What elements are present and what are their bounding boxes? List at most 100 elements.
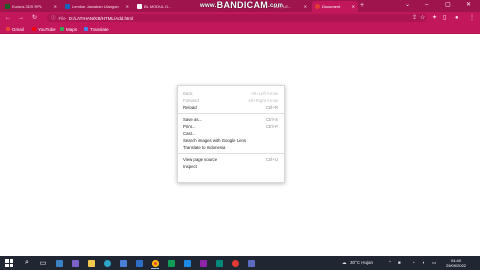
tab-label: BL MODUL D... — [144, 4, 172, 9]
tab-label: Lembar Jawaban Ulangan — [72, 4, 119, 9]
menu-item-shortcut: Ctrl+U — [265, 157, 278, 162]
battery-icon[interactable]: ▭ — [432, 259, 436, 267]
tray-chevron-icon[interactable]: ⌃ — [388, 259, 392, 267]
translate-icon — [84, 27, 88, 31]
app-icon[interactable] — [214, 258, 224, 268]
menu-item-inspect[interactable]: Inspect — [178, 163, 284, 170]
bookmarks-bar: Gmail YouTube Maps Translate — [0, 24, 480, 34]
menu-item-label: Inspect — [183, 164, 197, 169]
menu-item-label: Save as... — [183, 117, 203, 122]
bookmark-label: YouTube — [38, 26, 56, 32]
sidepanel-icon[interactable]: ▯ — [443, 14, 446, 22]
close-icon[interactable]: ✕ — [350, 4, 355, 9]
app-icon[interactable] — [166, 258, 176, 268]
bookmark-label: Translate — [90, 26, 109, 32]
menu-item-view-page-source[interactable]: View page source Ctrl+U — [178, 156, 284, 163]
address-scheme: File — [58, 15, 66, 21]
mail-icon[interactable] — [134, 258, 144, 268]
profile-icon[interactable]: ● — [455, 14, 459, 22]
browser-toolbar: ← → ↻ ⓘ File D:/LATIHAN/KB/HTML/Add.html… — [0, 12, 480, 24]
menu-item-shortcut: Ctrl+R — [265, 105, 278, 110]
bookmark-label: Maps — [66, 26, 78, 32]
maps-icon — [60, 27, 64, 31]
taskbar: ⌕ ▭ ☁ 30°C Hujan ⌃ ■ ◔ ◖ ▭ 04:40 29/09/2… — [0, 256, 480, 270]
youtube-icon — [32, 27, 36, 31]
close-icon[interactable]: ✕ — [124, 4, 129, 9]
menu-item-label: Translate to Indonesia — [183, 145, 226, 150]
app-icon[interactable] — [246, 258, 256, 268]
wifi-icon[interactable]: ◔ — [412, 259, 415, 267]
store-icon[interactable] — [118, 258, 128, 268]
menu-icon[interactable]: ⋮ — [469, 14, 475, 22]
edge-icon[interactable] — [102, 258, 112, 268]
back-icon[interactable]: ← — [5, 14, 11, 22]
widgets-icon[interactable] — [54, 258, 64, 268]
minimize-icon[interactable]: – — [425, 1, 428, 9]
tab-favicon — [137, 4, 142, 9]
watermark-prefix: www. — [200, 3, 217, 9]
weather-icon[interactable]: ☁ — [342, 259, 347, 267]
chrome-icon[interactable] — [150, 258, 160, 268]
menu-item-shortcut: Ctrl+P — [265, 124, 278, 129]
tab-favicon — [65, 4, 70, 9]
menu-item-back: Back Alt+Left Arrow — [178, 90, 284, 97]
tab-0[interactable]: Kursus 3DS RPL ✕ — [2, 1, 60, 12]
menu-item-label: Cast... — [183, 131, 196, 136]
watermark-suffix: .com — [268, 3, 284, 9]
tab-1[interactable]: Lembar Jawaban Ulangan ✕ — [62, 1, 132, 12]
address-bar[interactable]: ⓘ File D:/LATIHAN/KB/HTML/Add.html — [47, 14, 427, 22]
menu-item-label: Print... — [183, 124, 196, 129]
share-icon[interactable]: ⇪ — [412, 14, 417, 22]
tab-label: Kursus 3DS RPL — [12, 4, 43, 9]
tray-app-icon[interactable]: ■ — [398, 259, 401, 267]
reload-icon[interactable]: ↻ — [32, 14, 37, 22]
close-icon[interactable]: ✕ — [52, 4, 57, 9]
menu-separator — [178, 153, 284, 154]
close-icon[interactable]: ✕ — [302, 4, 307, 9]
volume-icon[interactable]: ◖ — [422, 259, 425, 267]
weather-text[interactable]: 30°C Hujan — [350, 259, 373, 267]
menu-item-forward: Forward Alt+Right Arrow — [178, 97, 284, 104]
watermark-brand: BANDICAM — [216, 0, 269, 10]
bookmark-label: Gmail — [12, 26, 24, 32]
bookmark-youtube[interactable]: YouTube — [32, 25, 56, 33]
extensions-icon[interactable]: ✦ — [432, 14, 437, 22]
tab-search-icon[interactable]: ⌄ — [405, 1, 410, 9]
bandicam-watermark: www.BANDICAM.com — [200, 0, 283, 10]
clock[interactable]: 04:40 29/09/2022 — [446, 258, 466, 268]
tab-favicon — [315, 4, 320, 9]
menu-item-reload[interactable]: Reload Ctrl+R — [178, 104, 284, 111]
menu-item-label: Forward — [183, 98, 199, 103]
file-explorer-icon[interactable] — [86, 258, 96, 268]
close-window-icon[interactable]: ✕ — [466, 1, 471, 9]
tab-2[interactable]: BL MODUL D... — [134, 1, 196, 12]
context-menu: Back Alt+Left Arrow Forward Alt+Right Arrow… — [177, 85, 285, 183]
info-icon[interactable]: ⓘ — [51, 15, 56, 21]
gmail-icon — [6, 27, 10, 31]
menu-item-label: Back — [183, 91, 193, 96]
clock-date: 29/09/2022 — [446, 263, 467, 268]
menu-item-shortcut: Alt+Left Arrow — [251, 91, 278, 96]
task-view-icon[interactable]: ▭ — [38, 258, 48, 268]
windows-start-icon[interactable] — [5, 259, 13, 267]
menu-item-cast[interactable]: Cast... — [178, 130, 284, 137]
tab-4[interactable]: Document ✕ — [312, 1, 358, 12]
bandicam-icon[interactable] — [230, 258, 240, 268]
menu-item-print[interactable]: Print... Ctrl+P — [178, 123, 284, 130]
menu-item-label: Reload — [183, 105, 197, 110]
bookmark-maps[interactable]: Maps — [60, 25, 77, 33]
menu-item-search-images-with-google-lens[interactable]: Search images with Google Lens — [178, 137, 284, 144]
maximize-icon[interactable]: ▢ — [445, 1, 451, 9]
menu-item-save-as[interactable]: Save as... Ctrl+S — [178, 116, 284, 123]
menu-item-translate-to-indonesia[interactable]: Translate to Indonesia — [178, 144, 284, 151]
bookmark-translate[interactable]: Translate — [84, 25, 109, 33]
address-value[interactable]: D:/LATIHAN/KB/HTML/Add.html — [69, 16, 133, 21]
forward-icon[interactable]: → — [18, 14, 24, 22]
star-icon[interactable]: ☆ — [420, 14, 425, 22]
app-icon[interactable] — [198, 258, 208, 268]
chat-icon[interactable] — [70, 258, 80, 268]
app-icon[interactable] — [182, 258, 192, 268]
search-icon[interactable]: ⌕ — [22, 258, 32, 268]
bookmark-gmail[interactable]: Gmail — [6, 25, 24, 33]
new-tab-icon[interactable]: + — [360, 2, 364, 10]
